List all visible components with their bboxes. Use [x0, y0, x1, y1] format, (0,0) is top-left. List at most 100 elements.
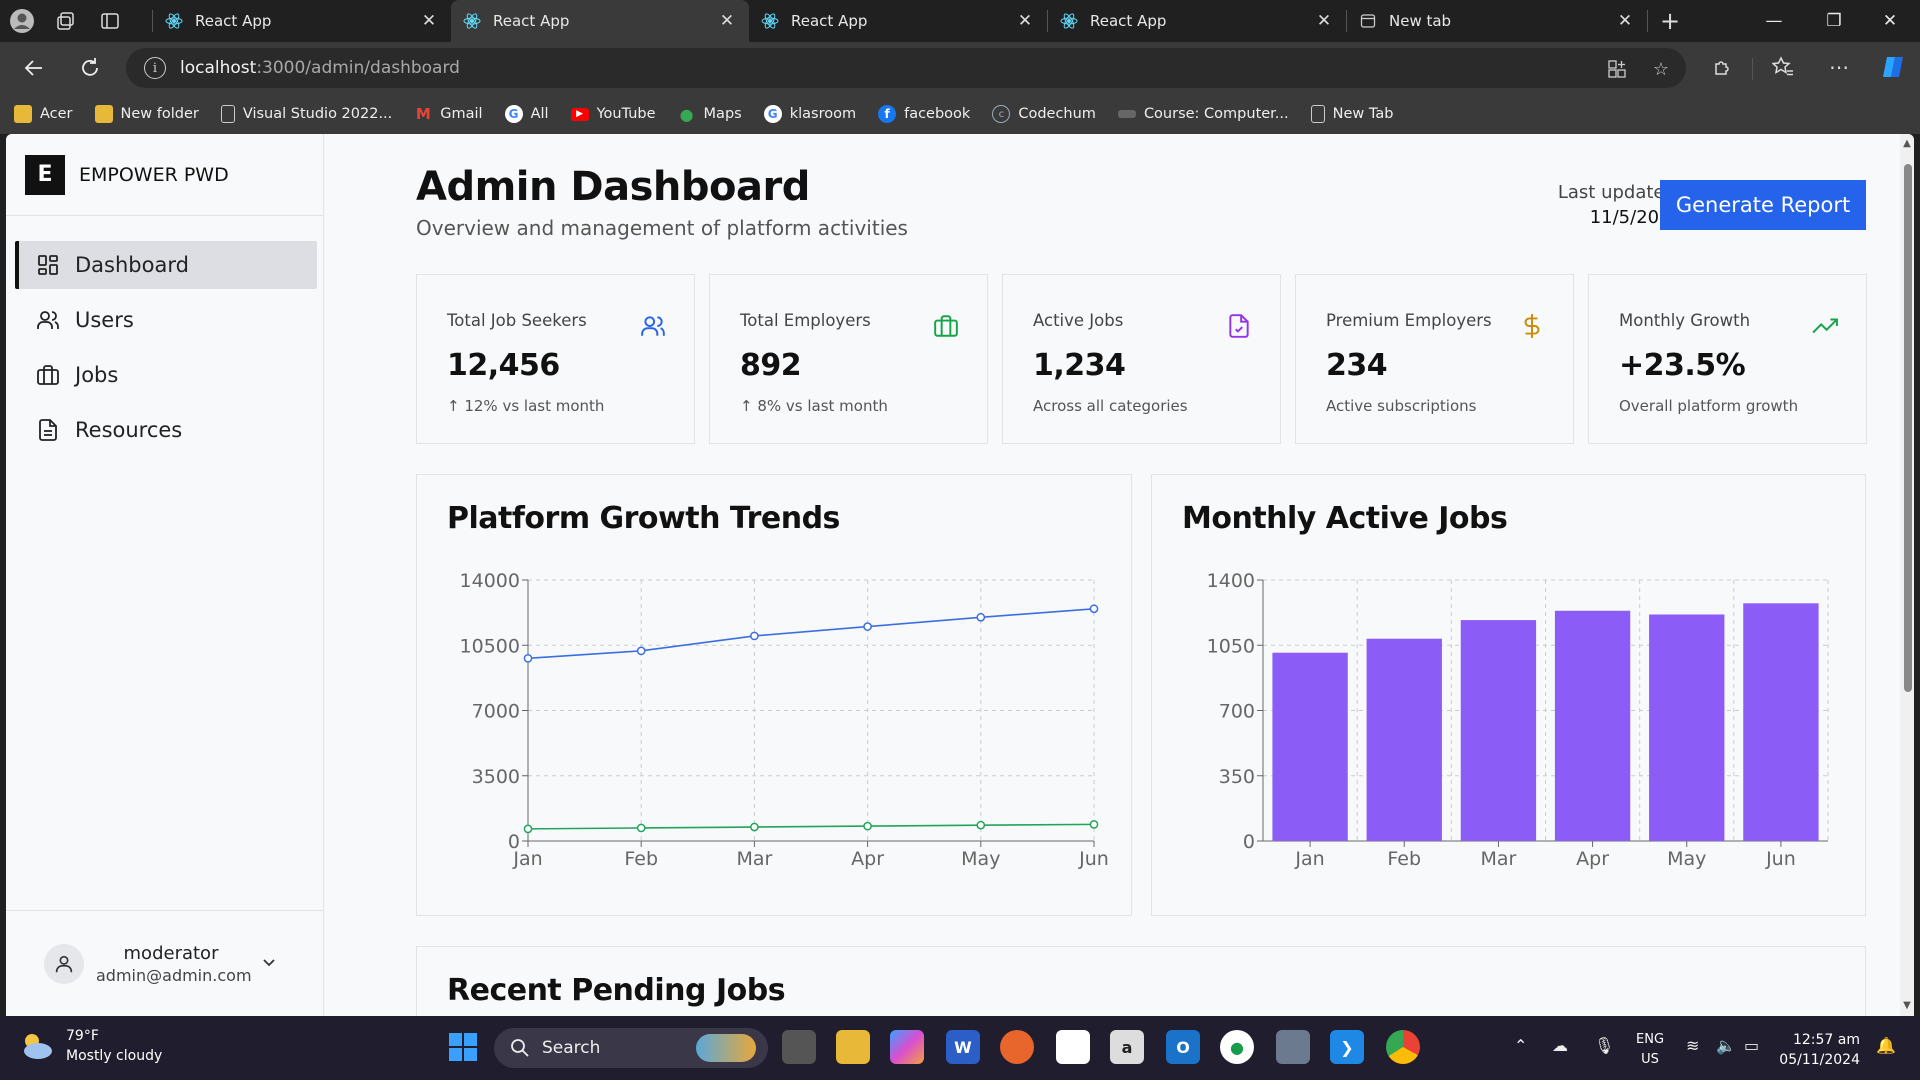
bookmark-codechum[interactable]: c Codechum: [992, 105, 1096, 123]
copilot-app-icon[interactable]: [890, 1030, 924, 1064]
bookmark-maps[interactable]: ● Maps: [678, 105, 742, 124]
new-tab-plus-icon[interactable]: +: [1648, 0, 1692, 42]
trending-up-icon: [1812, 318, 1838, 334]
stat-value: +23.5%: [1619, 348, 1746, 383]
bookmark-new-folder[interactable]: New folder: [94, 105, 199, 123]
language-indicator[interactable]: ENG US: [1636, 1030, 1664, 1070]
firefox-icon[interactable]: [1000, 1030, 1034, 1064]
app-install-icon[interactable]: [1606, 58, 1628, 80]
data-point: [523, 824, 533, 834]
sidebar-item-label: Users: [75, 308, 134, 332]
back-arrow-icon[interactable]: [16, 50, 52, 86]
browser-tab-1[interactable]: React App ✕: [153, 0, 451, 42]
restore-icon[interactable]: ❐: [1806, 0, 1862, 42]
browser-tab-3[interactable]: React App ✕: [749, 0, 1047, 42]
battery-icon[interactable]: ▭: [1744, 1036, 1759, 1055]
copilot-icon[interactable]: [1880, 54, 1906, 80]
workspaces-icon[interactable]: [44, 0, 88, 42]
url-host: localhost: [180, 58, 257, 78]
bookmark-gmail[interactable]: M Gmail: [414, 105, 483, 123]
sidebar-item-dashboard[interactable]: Dashboard: [15, 241, 317, 289]
chevron-down-icon[interactable]: [260, 953, 278, 975]
site-info-icon[interactable]: i: [144, 57, 166, 79]
data-point: [863, 821, 872, 831]
x-tick-label: Feb: [624, 848, 658, 870]
scroll-down-icon[interactable]: ▼: [1901, 1000, 1913, 1012]
cloudy-weather-icon: [24, 1034, 52, 1059]
user-menu[interactable]: moderator admin@admin.com: [6, 910, 324, 1016]
brand[interactable]: E EMPOWER PWD: [6, 134, 323, 216]
monthly-active-jobs-chart: 0 350 700 1050 1400 Jan Feb Mar Apr May Jun: [1207, 570, 1829, 870]
word-icon[interactable]: W: [946, 1030, 980, 1064]
camera-icon[interactable]: [1276, 1030, 1310, 1064]
volume-icon[interactable]: 🔈: [1716, 1036, 1736, 1055]
minimize-icon[interactable]: —: [1746, 0, 1802, 42]
browser-tab-4[interactable]: React App ✕: [1048, 0, 1346, 42]
youtube-icon: ▶: [570, 107, 589, 121]
weather-desc: Mostly cloudy: [66, 1048, 163, 1064]
scroll-up-icon[interactable]: ▲: [1901, 138, 1913, 150]
react-icon: [165, 12, 183, 30]
generate-report-button[interactable]: Generate Report: [1660, 180, 1866, 230]
extensions-icon[interactable]: [1710, 54, 1736, 80]
bookmark-visual-studio[interactable]: Visual Studio 2022...: [220, 105, 392, 123]
y-tick-label: 10500: [460, 635, 520, 657]
url-bar[interactable]: i localhost:3000/admin/dashboard ☆: [126, 48, 1686, 88]
notepad-icon[interactable]: [1056, 1030, 1090, 1064]
amazon-icon[interactable]: a: [1110, 1030, 1144, 1064]
show-hidden-icons-icon[interactable]: ⌃: [1514, 1036, 1527, 1055]
file-explorer-icon[interactable]: [836, 1030, 870, 1064]
system-clock[interactable]: 12:57 am 05/11/2024: [1779, 1030, 1860, 1070]
page-viewport: E EMPOWER PWD Dashboard Users Jobs Resou…: [6, 134, 1914, 1016]
favorite-star-icon[interactable]: ☆: [1650, 58, 1672, 80]
task-view-icon[interactable]: [782, 1030, 816, 1064]
bookmark-course[interactable]: Course: Computer...: [1117, 106, 1289, 122]
close-tab-icon[interactable]: ✕: [717, 11, 737, 31]
x-tick-label: Apr: [851, 848, 884, 870]
y-tick-label: 14000: [460, 570, 520, 592]
mongodb-icon[interactable]: ●: [1220, 1030, 1254, 1064]
platform-growth-chart: 0350070001050014000Jan Feb Mar Apr May Jun: [460, 570, 1109, 870]
stat-card-premium-employers: Premium Employers 234 Active subscriptio…: [1295, 274, 1574, 444]
profile-icon[interactable]: [0, 0, 44, 42]
data-point: [750, 822, 759, 832]
chrome-icon[interactable]: [1386, 1030, 1420, 1064]
tab-actions-icon[interactable]: [88, 0, 132, 42]
onedrive-icon[interactable]: ☁: [1552, 1036, 1568, 1055]
reload-icon[interactable]: [72, 50, 108, 86]
stat-subtext: Overall platform growth: [1619, 397, 1799, 415]
page-scrollbar[interactable]: ▲ ▼: [1900, 134, 1914, 1016]
scrollbar-thumb[interactable]: [1904, 164, 1912, 692]
close-tab-icon[interactable]: ✕: [1314, 11, 1334, 31]
weather-widget[interactable]: 79°F Mostly cloudy: [20, 1026, 162, 1066]
page-icon: [1310, 105, 1325, 123]
windows-start-icon[interactable]: [446, 1030, 480, 1064]
bookmark-acer[interactable]: Acer: [14, 105, 73, 123]
vscode-icon[interactable]: ❯: [1330, 1030, 1364, 1064]
favorites-icon[interactable]: [1770, 54, 1796, 80]
sidebar-item-users[interactable]: Users: [15, 296, 317, 344]
close-tab-icon[interactable]: ✕: [1015, 11, 1035, 31]
close-tab-icon[interactable]: ✕: [419, 11, 439, 31]
bookmark-klasroom[interactable]: Gklasroom: [763, 105, 856, 123]
browser-tab-5[interactable]: New tab ✕: [1347, 0, 1647, 42]
data-point: [523, 653, 533, 663]
browser-tab-2[interactable]: React App ✕: [451, 0, 749, 42]
close-tab-icon[interactable]: ✕: [1615, 11, 1635, 31]
bookmark-facebook[interactable]: f facebook: [878, 105, 970, 123]
x-tick-label: Jan: [1294, 848, 1324, 870]
more-options-icon[interactable]: ⋯: [1826, 54, 1852, 80]
notification-bell-icon[interactable]: 🔔: [1876, 1036, 1896, 1055]
sidebar: E EMPOWER PWD Dashboard Users Jobs Resou…: [6, 134, 324, 1016]
sidebar-item-resources[interactable]: Resources: [15, 406, 317, 454]
microphone-icon[interactable]: 🎙: [1594, 1036, 1614, 1055]
bookmark-youtube[interactable]: ▶ YouTube: [570, 106, 656, 122]
bookmark-new-tab[interactable]: New Tab: [1310, 105, 1393, 123]
bookmark-all[interactable]: G All: [504, 105, 549, 123]
wifi-icon[interactable]: ≋: [1686, 1036, 1699, 1055]
close-window-icon[interactable]: ✕: [1862, 0, 1918, 42]
outlook-icon[interactable]: O: [1166, 1030, 1200, 1064]
taskbar-search[interactable]: Search: [494, 1028, 768, 1068]
sidebar-item-jobs[interactable]: Jobs: [15, 351, 317, 399]
data-point: [976, 612, 986, 622]
